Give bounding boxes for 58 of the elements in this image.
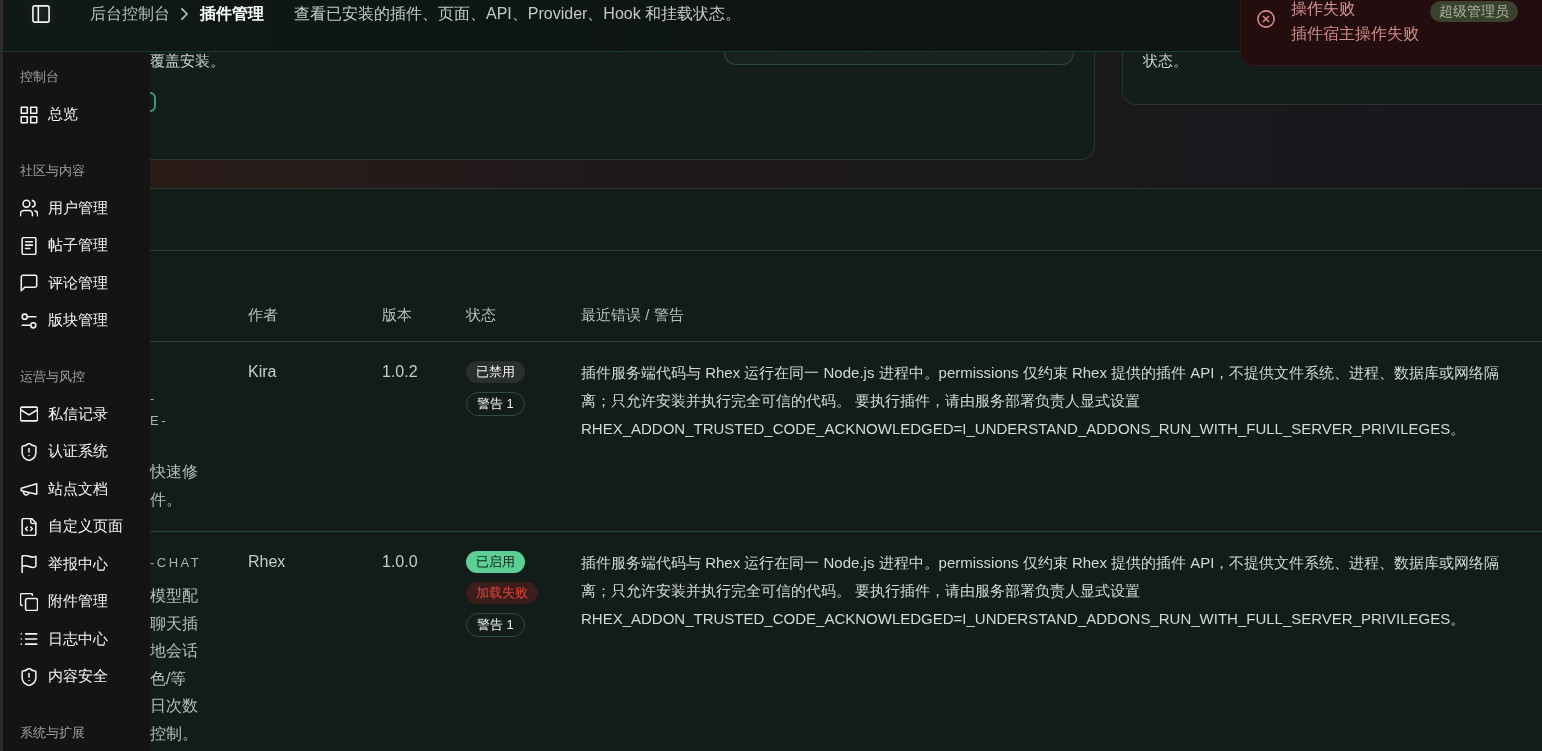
document-icon: [20, 236, 38, 255]
envelope-icon: [20, 405, 38, 424]
author-name: Kira: [248, 362, 277, 382]
sidebar-item[interactable]: 举报中心: [3, 545, 150, 583]
sidebar-item[interactable]: 用户管理: [3, 189, 150, 227]
version-text: 1.0.2: [382, 362, 418, 382]
files-icon: [20, 592, 38, 611]
sidebar-section-label: 社区与内容: [19, 161, 86, 180]
sidebar-panel-icon: [32, 5, 50, 23]
column-header: 作者: [248, 305, 278, 325]
sidebar-item[interactable]: 版块管理: [3, 302, 150, 340]
card-text: 覆盖安装。: [150, 52, 225, 69]
sidebar-item[interactable]: 自定义页面: [3, 508, 150, 546]
column-header: 版本: [382, 305, 412, 325]
speech-bubble-icon: [20, 274, 38, 293]
card-text: 状态。: [1143, 52, 1188, 69]
sidebar-item[interactable]: 认证系统: [3, 433, 150, 471]
chevron-right-icon: [181, 8, 188, 20]
plugin-slug: -CHAT: [150, 554, 202, 572]
sidebar-section-label: 运营与风控: [19, 367, 86, 386]
megaphone-icon: [20, 480, 38, 499]
author-name: Rhex: [248, 552, 286, 572]
flag-icon: [20, 555, 38, 574]
code-file-icon: [20, 517, 38, 536]
role-badge: 超级管理员: [1430, 1, 1518, 22]
toast-title: 操作失败: [1291, 0, 1355, 18]
grid-icon: [20, 105, 38, 124]
breadcrumb-current: 插件管理: [200, 3, 264, 24]
sliders-icon: [20, 311, 38, 330]
version-text: 1.0.0: [382, 552, 418, 572]
breadcrumb-link[interactable]: 后台控制台: [90, 3, 170, 25]
users-icon: [20, 199, 38, 218]
shield-icon: [20, 667, 38, 686]
status-badge: 已禁用: [466, 361, 525, 383]
error-message: 插件服务端代码与 Rhex 运行在同一 Node.js 进程中。permissions 仅约束 Rhex 提供的插件 API，不提供文件系统、进程、数据库或网络隔离；只允许安装并执行完全可信的代码。 要执行插件，请由服务部署负责人显式设置 RHEX_ADDON_TRUSTED_CODE_ACKNOWLEDGED=I_UNDERSTAND_ADDONS_RUN_WITH_FULL_SERVER_PRIVILEGES。: [581, 363, 1501, 439]
sidebar-item[interactable]: 日志中心: [3, 620, 150, 658]
sidebar-item[interactable]: 评论管理: [3, 264, 150, 302]
column-header: 最近错误 / 警告: [581, 305, 684, 325]
plugin-description: 快速修 件。: [150, 462, 198, 510]
sidebar-item[interactable]: 站点文档: [3, 470, 150, 508]
page-description: 查看已安装的插件、页面、API、Provider、Hook 和挂载状态。: [294, 4, 742, 24]
sidebar-item[interactable]: 内容安全: [3, 658, 150, 696]
error-message: 插件服务端代码与 Rhex 运行在同一 Node.js 进程中。permissions 仅约束 Rhex 提供的插件 API，不提供文件系统、进程、数据库或网络隔离；只允许安装并执行完全可信的代码。 要执行插件，请由服务部署负责人显式设置 RHEX_ADDON_TRUSTED_CODE_ACKNOWLEDGED=I_UNDERSTAND_ADDONS_RUN_WITH_FULL_SERVER_PRIVILEGES。: [581, 553, 1501, 629]
sidebar-section-label: 系统与扩展: [19, 723, 86, 742]
sidebar-section-label: 控制台: [19, 68, 60, 86]
error-circle-icon: [1257, 10, 1275, 28]
toast-message: 插件宿主操作失败: [1291, 24, 1419, 44]
sidebar-item[interactable]: 私信记录: [3, 395, 150, 433]
sidebar-item[interactable]: 帖子管理: [3, 227, 150, 265]
sidebar-item[interactable]: 附件管理: [3, 583, 150, 621]
column-header: 状态: [466, 305, 496, 325]
pill-edge: [150, 92, 156, 112]
error-badge: 加载失败: [466, 582, 538, 604]
status-badge: 已启用: [466, 551, 525, 573]
sidebar-item[interactable]: 总览: [3, 96, 150, 134]
plugin-description: 模型配 聊天插 地会话 色/等 日次数 控制。: [150, 586, 198, 744]
shield-icon: [20, 442, 38, 461]
plugin-slug: - E-: [150, 390, 168, 430]
